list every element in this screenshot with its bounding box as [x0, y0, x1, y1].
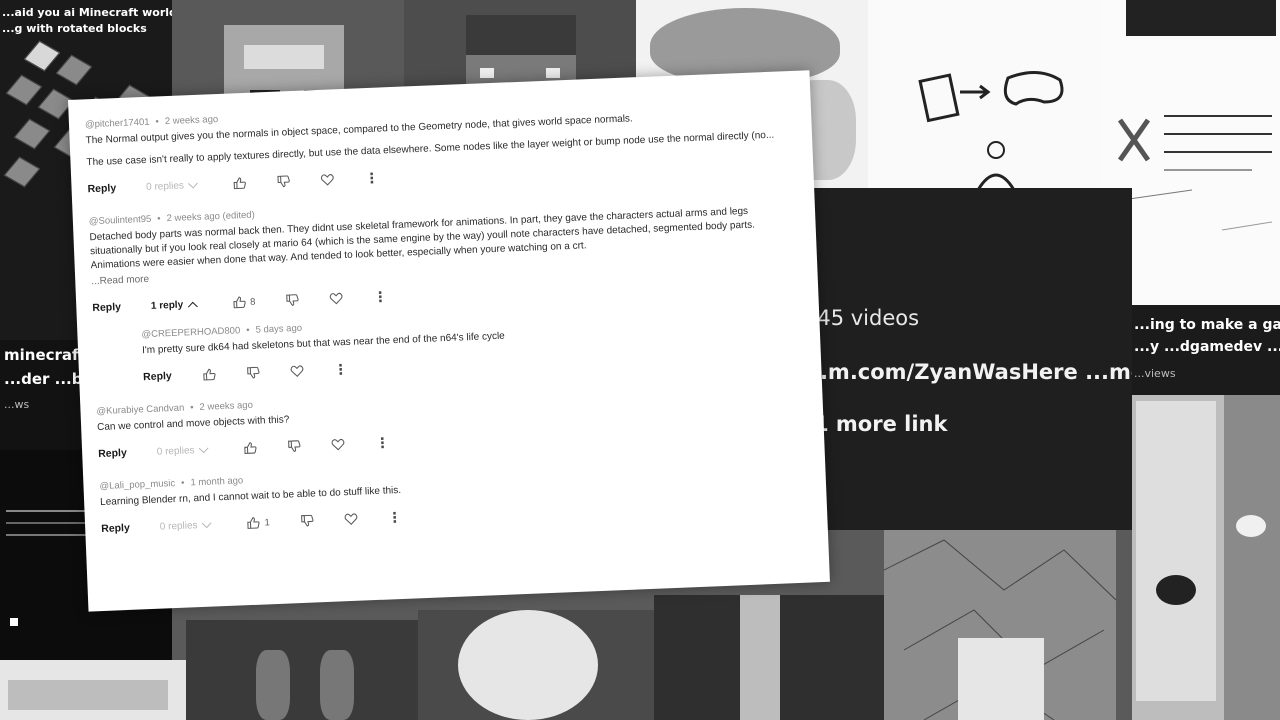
comment-time: 5 days ago	[255, 322, 303, 336]
heart-icon[interactable]	[321, 172, 336, 187]
face-sheet	[1136, 401, 1216, 701]
replies-toggle[interactable]: 1 reply	[150, 299, 198, 312]
thumbs-up-icon[interactable]	[201, 367, 216, 382]
chevron-down-icon	[199, 442, 209, 453]
like-count: 8	[249, 296, 256, 308]
leg-shape	[256, 650, 290, 720]
thumbs-down-icon[interactable]	[300, 513, 315, 528]
comment-author[interactable]: @pitcher17401	[85, 117, 150, 131]
pixel-dot	[10, 618, 18, 626]
thumb-title: ...ing to make a game	[1134, 317, 1280, 333]
replies-label: 0 replies	[145, 179, 185, 193]
video-thumbnail-doll[interactable]	[654, 595, 884, 720]
chevron-up-icon	[187, 301, 198, 312]
eye-shape	[480, 68, 494, 78]
leg-shape	[320, 650, 354, 720]
comment-author[interactable]: @Kurabiye Candvan	[96, 403, 184, 418]
cube-shape	[23, 40, 61, 72]
comment-item: @Kurabiye Candvan • 2 weeks ago Can we con…	[96, 378, 808, 465]
more-vertical-icon[interactable]: ⋮	[333, 361, 348, 378]
replies-label: 1 reply	[150, 299, 184, 312]
thumb-title: minecraft	[4, 346, 86, 364]
channel-video-count: · 45 videos	[804, 306, 920, 330]
replies-toggle[interactable]: 0 replies	[159, 517, 212, 533]
heart-icon[interactable]	[289, 364, 304, 379]
replies-toggle[interactable]: 0 replies	[145, 178, 199, 193]
thumb-subtitle: ...g with rotated blocks	[2, 22, 147, 35]
thumbs-down-icon[interactable]	[285, 293, 300, 308]
comment-author[interactable]: @Lali_pop_music	[99, 478, 175, 492]
comment-item: @pitcher17401 • 2 weeks ago The Normal out…	[85, 91, 798, 200]
comment-time: 2 weeks ago	[199, 399, 254, 413]
more-vertical-icon[interactable]: ⋮	[387, 509, 402, 526]
thumb-subtitle: ...y ...dgamedev ...	[1134, 339, 1280, 355]
reply-button[interactable]: Reply	[98, 447, 127, 460]
cube-shape	[55, 54, 93, 86]
reply-button[interactable]: Reply	[87, 182, 116, 195]
replies-label: 0 replies	[156, 444, 195, 458]
heart-icon[interactable]	[343, 512, 358, 527]
thumb-title: ...aid you ai Minecraft world	[2, 6, 172, 19]
thumbs-down-icon[interactable]	[287, 439, 302, 454]
helmet-band	[244, 45, 324, 69]
more-vertical-icon[interactable]: ⋮	[364, 170, 379, 187]
thumb-views: ...views	[1134, 367, 1176, 380]
screen-block	[8, 680, 168, 710]
comment-author[interactable]: @Soulintent95	[89, 214, 152, 227]
channel-more-links[interactable]: 1 more link	[814, 412, 947, 436]
character-face	[1224, 395, 1280, 720]
thumbs-up-icon[interactable]	[243, 441, 258, 456]
video-thumbnail-egg[interactable]	[418, 610, 654, 720]
thumbs-up-icon[interactable]	[232, 295, 247, 310]
heart-icon[interactable]	[329, 291, 344, 306]
hair-block	[466, 15, 576, 55]
reply-button[interactable]: Reply	[92, 301, 121, 314]
brain-shape	[650, 8, 840, 83]
video-thumbnail-game[interactable]: ...ing to make a game ...y ...dgamedev .…	[1132, 305, 1280, 395]
reply-button[interactable]: Reply	[101, 522, 130, 535]
comment-item: @Soulintent95 • 2 weeks ago (edited) Detac…	[89, 188, 803, 319]
chevron-down-icon	[202, 517, 212, 528]
comment-time: 2 weeks ago	[164, 113, 219, 128]
video-thumbnail-legs[interactable]	[186, 620, 418, 720]
mouth-shape	[1156, 575, 1196, 605]
thumbs-down-icon[interactable]	[245, 366, 260, 381]
read-more-link[interactable]: ...Read more	[91, 273, 149, 289]
doll-legs	[740, 595, 780, 720]
comments-panel: @pitcher17401 • 2 weeks ago The Normal out…	[68, 70, 830, 612]
comment-time: 1 month ago	[190, 475, 244, 489]
cube-shape	[13, 118, 51, 150]
like-count: 1	[264, 516, 271, 528]
cube-shape	[5, 74, 43, 106]
comment-time: 2 weeks ago (edited)	[166, 209, 255, 225]
thumb-views: ...ws	[4, 398, 30, 411]
replies-toggle[interactable]: 0 replies	[156, 442, 209, 458]
more-vertical-icon[interactable]: ⋮	[375, 434, 390, 451]
comment-author[interactable]: @CREEPERHOAD800	[141, 325, 240, 340]
heart-icon[interactable]	[331, 437, 346, 452]
thumbs-up-icon[interactable]	[246, 516, 261, 531]
video-thumbnail-sketch[interactable]	[868, 0, 1102, 190]
thumbs-up-icon[interactable]	[233, 176, 248, 191]
video-thumbnail-faces[interactable]	[1132, 395, 1280, 720]
replies-label: 0 replies	[159, 519, 198, 533]
chevron-down-icon	[188, 178, 199, 188]
reply-item: @CREEPERHOAD800 • 5 days ago I'm pretty su…	[141, 303, 805, 389]
mesh-drawing	[884, 539, 1116, 720]
comment-item: @Lali_pop_music • 1 month ago Learning Ble…	[99, 453, 811, 540]
cube-shape	[3, 156, 41, 188]
code-line	[6, 522, 96, 524]
sketch-drawing	[918, 71, 1064, 190]
thumbs-down-icon[interactable]	[277, 174, 292, 189]
more-vertical-icon[interactable]: ⋮	[373, 288, 388, 305]
eye-shape	[546, 68, 560, 78]
channel-about-panel: · 45 videos ...m.com/ZyanWasHere ...more…	[796, 188, 1132, 530]
channel-link[interactable]: ...m.com/ZyanWasHere ...more	[804, 360, 1132, 384]
egg-shape	[458, 610, 598, 720]
reply-button[interactable]: Reply	[143, 370, 172, 383]
video-thumbnail-screen[interactable]	[0, 660, 186, 720]
eye-shape	[1236, 515, 1266, 537]
video-thumbnail-mesh[interactable]	[884, 530, 1116, 720]
